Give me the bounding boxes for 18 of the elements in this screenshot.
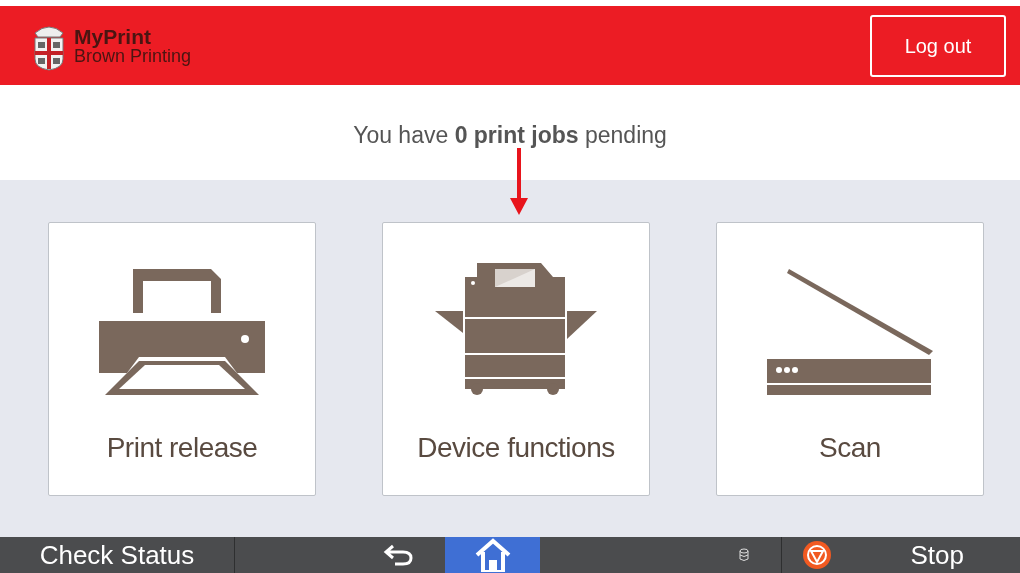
printer-icon: [99, 269, 265, 395]
home-button[interactable]: [445, 537, 540, 573]
storage-icon: [738, 548, 749, 562]
logout-button[interactable]: Log out: [870, 14, 1006, 77]
home-icon: [473, 538, 512, 572]
pending-jobs-message: You have 0 print jobs pending: [353, 120, 667, 150]
check-status-label[interactable]: Check Status: [39, 535, 195, 573]
function-tile[interactable]: Device functions: [382, 222, 650, 496]
app-title: MyPrint: [74, 26, 152, 47]
back-icon: [382, 544, 413, 566]
arrow-icon: [510, 148, 528, 215]
scanner-icon: [767, 269, 933, 395]
app-subtitle: Brown Printing: [74, 47, 192, 65]
copier-icon: [435, 263, 597, 395]
function-tile[interactable]: Print release: [48, 222, 316, 496]
stop-icon[interactable]: [802, 541, 831, 569]
function-tile[interactable]: Scan: [716, 222, 984, 496]
stop-label[interactable]: Stop: [910, 535, 964, 573]
